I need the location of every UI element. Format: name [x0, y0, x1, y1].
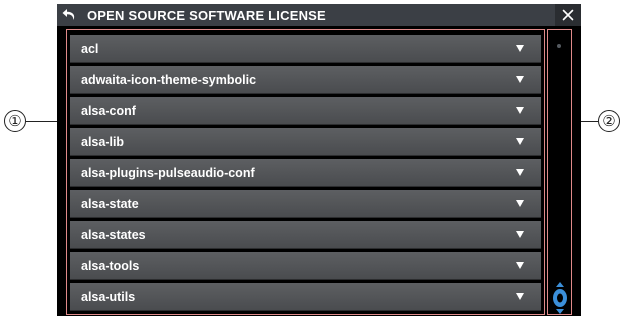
list-item-label: alsa-plugins-pulseaudio-conf [81, 166, 255, 180]
list-item-label: adwaita-icon-theme-symbolic [81, 73, 257, 87]
callout-number-2: ② [598, 110, 620, 132]
license-list: acl adwaita-icon-theme-symbolic alsa-con… [70, 35, 541, 314]
triangle-down-icon [516, 293, 524, 300]
list-item-label: alsa-conf [81, 104, 136, 118]
triangle-down-icon [516, 45, 524, 52]
list-item[interactable]: acl [70, 35, 541, 63]
triangle-down-icon [516, 169, 524, 176]
list-item[interactable]: alsa-conf [70, 97, 541, 125]
list-item-label: alsa-state [81, 197, 139, 211]
manual-figure: ① ② OPEN SOURCE SOFTWARE LICENSE acl adw… [0, 0, 623, 316]
list-item[interactable]: alsa-states [70, 221, 541, 249]
window-title: OPEN SOURCE SOFTWARE LICENSE [87, 8, 326, 23]
triangle-down-icon [516, 138, 524, 145]
back-button[interactable] [57, 4, 81, 26]
scrollbar[interactable] [547, 29, 572, 315]
list-item[interactable]: adwaita-icon-theme-symbolic [70, 66, 541, 94]
triangle-down-icon [516, 262, 524, 269]
device-screen: OPEN SOURCE SOFTWARE LICENSE acl adwaita… [57, 4, 581, 316]
back-arrow-icon [62, 9, 75, 20]
list-item-label: alsa-states [81, 228, 146, 242]
list-item[interactable]: alsa-plugins-pulseaudio-conf [70, 159, 541, 187]
triangle-down-icon [516, 200, 524, 207]
list-item-label: alsa-lib [81, 135, 125, 149]
triangle-down-icon [516, 107, 524, 114]
list-item-label: acl [81, 42, 99, 56]
scroll-thumb[interactable] [551, 281, 569, 315]
callout-number-1: ① [4, 110, 26, 132]
list-item-label: alsa-tools [81, 259, 140, 273]
list-item[interactable]: alsa-lib [70, 128, 541, 156]
close-button[interactable] [555, 4, 581, 26]
triangle-down-icon [516, 76, 524, 83]
scroll-track-indicator [557, 44, 561, 48]
list-item[interactable]: alsa-utils [70, 283, 541, 311]
triangle-down-icon [516, 231, 524, 238]
scroll-thumb-icon [553, 282, 567, 314]
list-item-label: alsa-utils [81, 290, 136, 304]
list-item[interactable]: alsa-tools [70, 252, 541, 280]
close-icon [562, 9, 574, 21]
license-list-highlight: acl adwaita-icon-theme-symbolic alsa-con… [66, 29, 545, 315]
list-item[interactable]: alsa-state [70, 190, 541, 218]
title-bar: OPEN SOURCE SOFTWARE LICENSE [57, 4, 581, 26]
